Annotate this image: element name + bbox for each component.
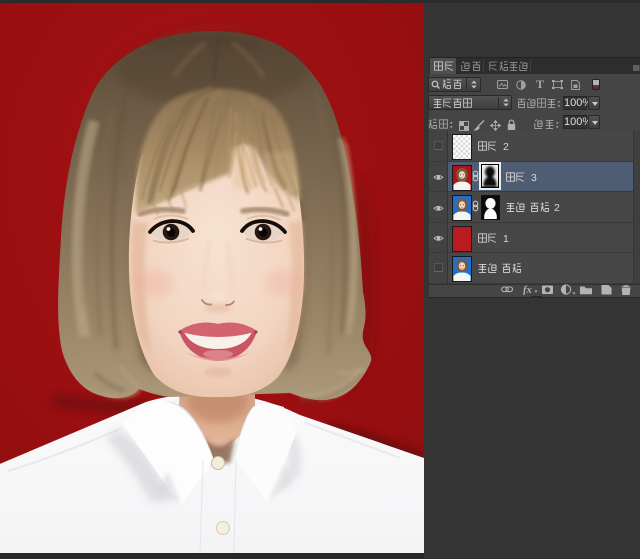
svg-text:2: 2 (554, 202, 560, 212)
svg-text:2: 2 (503, 141, 509, 151)
svg-text:1: 1 (503, 233, 509, 243)
svg-text:3: 3 (531, 172, 537, 182)
svg-text:fx: fx (523, 285, 532, 295)
